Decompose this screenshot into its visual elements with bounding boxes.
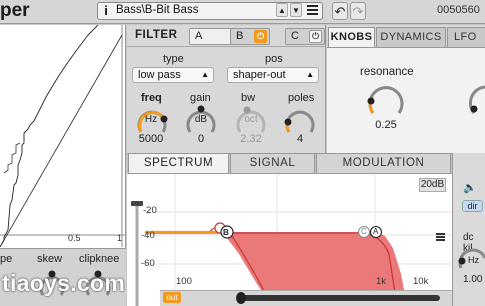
shaper-knob-label-skew: skew bbox=[37, 253, 63, 265]
poles-value: 4 bbox=[296, 133, 304, 145]
resonance-knob[interactable] bbox=[366, 81, 406, 117]
filter-slot-b-label: B bbox=[236, 30, 244, 42]
freq-tick-10k: 10k bbox=[413, 276, 429, 287]
filter-type-caret-icon: ▲ bbox=[201, 70, 209, 79]
tab-dynamics[interactable]: DYNAMICS bbox=[376, 27, 446, 47]
poles-knob[interactable] bbox=[283, 105, 317, 135]
shaper-knob-label-clipknee: clipknee bbox=[79, 253, 120, 265]
filter-pos-value: shaper-out bbox=[233, 69, 286, 81]
tab-modulation[interactable]: MODULATION bbox=[316, 154, 451, 174]
filter-pos-select[interactable]: shaper-out ▲ bbox=[227, 67, 319, 83]
gain-value: 0 bbox=[197, 133, 205, 145]
bw-knob-label: bw bbox=[241, 92, 256, 104]
right-panel: KNOBS DYNAMICS LFO A resonance 0.25 bbox=[327, 25, 485, 153]
top-bar: per i Bass\B-Bit Bass ▲ ▼ ↶ ↷ 0050560 bbox=[0, 0, 485, 24]
shaper-tick-1: 1 bbox=[117, 233, 123, 243]
preset-next-button[interactable]: ▼ bbox=[290, 3, 302, 17]
preset-prev-button[interactable]: ▲ bbox=[276, 3, 288, 17]
gain-knob-unit: dB bbox=[194, 114, 208, 125]
app-window: per i Bass\B-Bit Bass ▲ ▼ ↶ ↷ 0050560 0.… bbox=[0, 0, 485, 306]
dir-button[interactable]: dir bbox=[462, 200, 483, 212]
filter-c-power-icon[interactable]: ⏻ bbox=[309, 30, 322, 43]
tab-signal[interactable]: SIGNAL bbox=[230, 154, 315, 174]
filter-header: FILTER A ⏻ B ⏻ C ⏻ bbox=[127, 25, 326, 47]
filter-title: FILTER bbox=[135, 29, 178, 41]
filter-type-value: low pass bbox=[138, 69, 181, 81]
speaker-icon[interactable]: 🔈 bbox=[463, 181, 477, 194]
freq-tick-100: 100 bbox=[176, 276, 192, 287]
zoom-scrollbar-thumb[interactable] bbox=[240, 295, 440, 301]
db-tick-40: -40 bbox=[141, 230, 155, 241]
knobs-area: resonance 0.25 bbox=[327, 47, 485, 153]
bw-knob-unit: oct bbox=[244, 114, 258, 125]
db-tick-60: -60 bbox=[141, 258, 155, 269]
freq-tick-1k: 1k bbox=[376, 276, 387, 287]
handle-a-label: A bbox=[373, 227, 379, 236]
filter-slot-a-label: A bbox=[195, 30, 203, 42]
filter-slot-b[interactable]: B ⏻ bbox=[230, 28, 270, 45]
filter-slot-c[interactable]: C ⏻ bbox=[285, 28, 325, 45]
tab-spectrum[interactable]: SPECTRUM bbox=[128, 154, 229, 174]
filter-panel: FILTER A ⏻ B ⏻ C ⏻ type pos low pass ▲ s… bbox=[127, 25, 326, 153]
zoom-scrollbar[interactable] bbox=[160, 290, 452, 306]
sample-counter: 0050560 bbox=[437, 4, 480, 16]
bw-value: 2.32 bbox=[240, 133, 262, 145]
shaper-panel: 0.5 1 pe skew clipknee bbox=[0, 25, 126, 306]
filter-type-select[interactable]: low pass ▲ bbox=[132, 67, 214, 83]
tab-lfo-a[interactable]: LFO A bbox=[447, 27, 485, 61]
freq-value: 5000 bbox=[138, 133, 164, 145]
filter-slot-c-label: C bbox=[291, 30, 299, 42]
freq-knob-unit: Hz bbox=[144, 114, 158, 125]
side-strip: 🔈 dc kil Hz 1.00 bbox=[452, 153, 485, 306]
preset-menu-icon[interactable] bbox=[305, 3, 320, 17]
filter-pos-caret-icon: ▲ bbox=[306, 70, 314, 79]
handle-c-label: C bbox=[361, 227, 367, 236]
shaper-knob-label-pe: pe bbox=[0, 253, 13, 265]
filter-b-power-icon[interactable]: ⏻ bbox=[254, 30, 267, 43]
resonance-label: resonance bbox=[360, 66, 414, 78]
filter-pos-label: pos bbox=[265, 53, 283, 65]
gain-knob-label: gain bbox=[190, 92, 211, 104]
filter-type-label: type bbox=[163, 53, 184, 65]
shaper-curve-graph[interactable] bbox=[0, 25, 126, 247]
partial-knob[interactable] bbox=[467, 81, 485, 117]
shaper-tick-05: 0.5 bbox=[68, 233, 81, 243]
out-button[interactable]: out bbox=[163, 292, 181, 303]
spectrum-menu-icon[interactable] bbox=[436, 233, 445, 241]
lower-tabs: SPECTRUM SIGNAL MODULATION bbox=[127, 153, 452, 174]
redo-button[interactable]: ↷ bbox=[350, 2, 366, 20]
db-range-badge[interactable]: 20dB bbox=[419, 178, 446, 192]
poles-knob-label: poles bbox=[288, 92, 315, 104]
watermark: tiaoys.com bbox=[2, 270, 126, 296]
zoom-left-handle[interactable] bbox=[236, 292, 246, 304]
undo-button[interactable]: ↶ bbox=[332, 2, 348, 20]
app-title: per bbox=[0, 0, 30, 21]
dc-kill-value: 1.00 bbox=[463, 274, 483, 285]
dc-kill-unit: Hz bbox=[468, 255, 479, 265]
handle-b-label: B bbox=[223, 228, 229, 237]
tab-knobs[interactable]: KNOBS bbox=[328, 27, 375, 47]
freq-knob-label: freq bbox=[141, 92, 162, 104]
resonance-value: 0.25 bbox=[375, 119, 397, 131]
info-icon[interactable]: i bbox=[100, 3, 112, 18]
preset-name[interactable]: Bass\B-Bit Bass bbox=[116, 3, 198, 18]
db-tick-20: -20 bbox=[143, 205, 157, 216]
